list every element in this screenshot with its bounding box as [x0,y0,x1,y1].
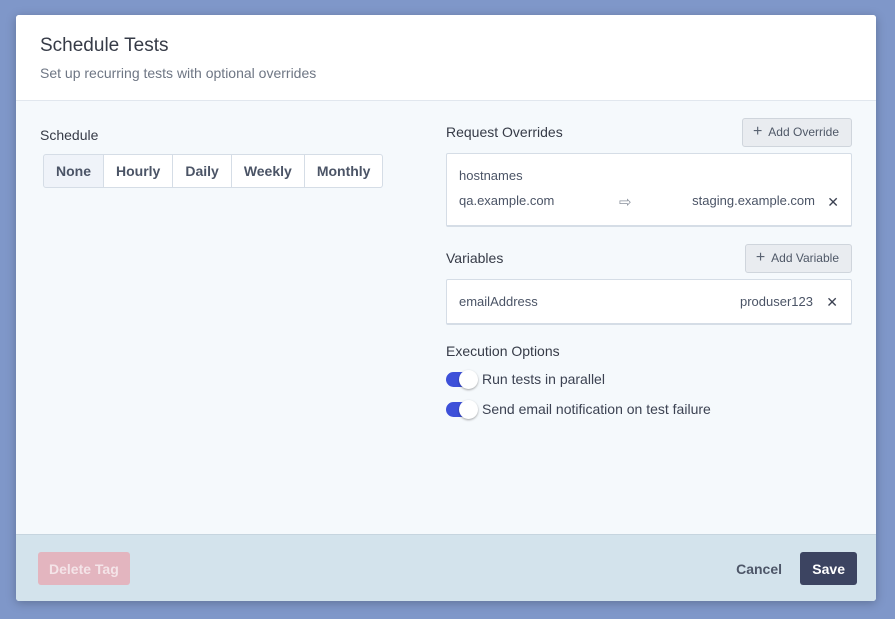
close-icon[interactable]: ✕ [827,194,839,211]
execution-options-label: Execution Options [446,343,560,359]
override-from-value: qa.example.com [459,193,555,208]
execution-option-email: Send email notification on test failure [446,399,852,419]
save-button[interactable]: Save [800,552,857,585]
arrow-right-icon: ⇨ [619,194,632,211]
override-item: hostnames qa.example.com ⇨ staging.examp… [446,153,852,227]
toggle-knob [459,399,478,419]
override-to-value: staging.example.com [692,193,815,208]
schedule-selector: None Hourly Daily Weekly Monthly [43,154,384,188]
parallel-toggle[interactable] [446,369,478,389]
schedule-option-none[interactable]: None [43,154,104,188]
add-variable-label: Add Variable [771,251,839,265]
add-override-label: Add Override [768,125,839,139]
schedule-option-daily[interactable]: Daily [172,154,232,188]
email-notification-toggle-label: Send email notification on test failure [482,401,711,417]
plus-icon: + [755,249,766,266]
modal-title: Schedule Tests [40,35,169,56]
variable-value: produser123 [740,294,813,309]
cancel-button[interactable]: Cancel [736,552,782,585]
request-overrides-label: Request Overrides [446,124,563,140]
override-mapping: qa.example.com ⇨ staging.example.com ✕ [459,193,839,213]
variables-label: Variables [446,250,504,266]
plus-icon: + [752,123,763,140]
delete-tag-button: Delete Tag [38,552,130,585]
variables-header: Variables + Add Variable [446,243,852,273]
override-key: hostnames [459,168,523,183]
modal-footer: Delete Tag Cancel Save [16,534,876,601]
schedule-option-monthly[interactable]: Monthly [303,154,384,188]
execution-option-parallel: Run tests in parallel [446,369,852,389]
modal-header: Schedule Tests Set up recurring tests wi… [16,15,876,101]
parallel-toggle-label: Run tests in parallel [482,371,605,387]
schedule-option-weekly[interactable]: Weekly [230,154,305,188]
modal-subtitle: Set up recurring tests with optional ove… [40,65,317,81]
schedule-option-hourly[interactable]: Hourly [103,154,174,188]
close-icon[interactable]: ✕ [826,294,838,311]
schedule-tests-modal: Schedule Tests Set up recurring tests wi… [16,15,876,601]
toggle-knob [459,369,478,389]
overrides-column: Request Overrides + Add Override hostnam… [446,117,852,419]
request-overrides-header: Request Overrides + Add Override [446,117,852,147]
variable-name: emailAddress [459,294,538,309]
add-override-button[interactable]: + Add Override [741,117,852,147]
email-notification-toggle[interactable] [446,399,478,419]
add-variable-button[interactable]: + Add Variable [744,243,852,273]
schedule-section: Schedule None Hourly Daily Weekly Monthl… [40,127,384,188]
schedule-label: Schedule [40,127,99,143]
variable-item: emailAddress produser123 ✕ [446,279,852,325]
modal-body: Schedule None Hourly Daily Weekly Monthl… [16,101,876,534]
